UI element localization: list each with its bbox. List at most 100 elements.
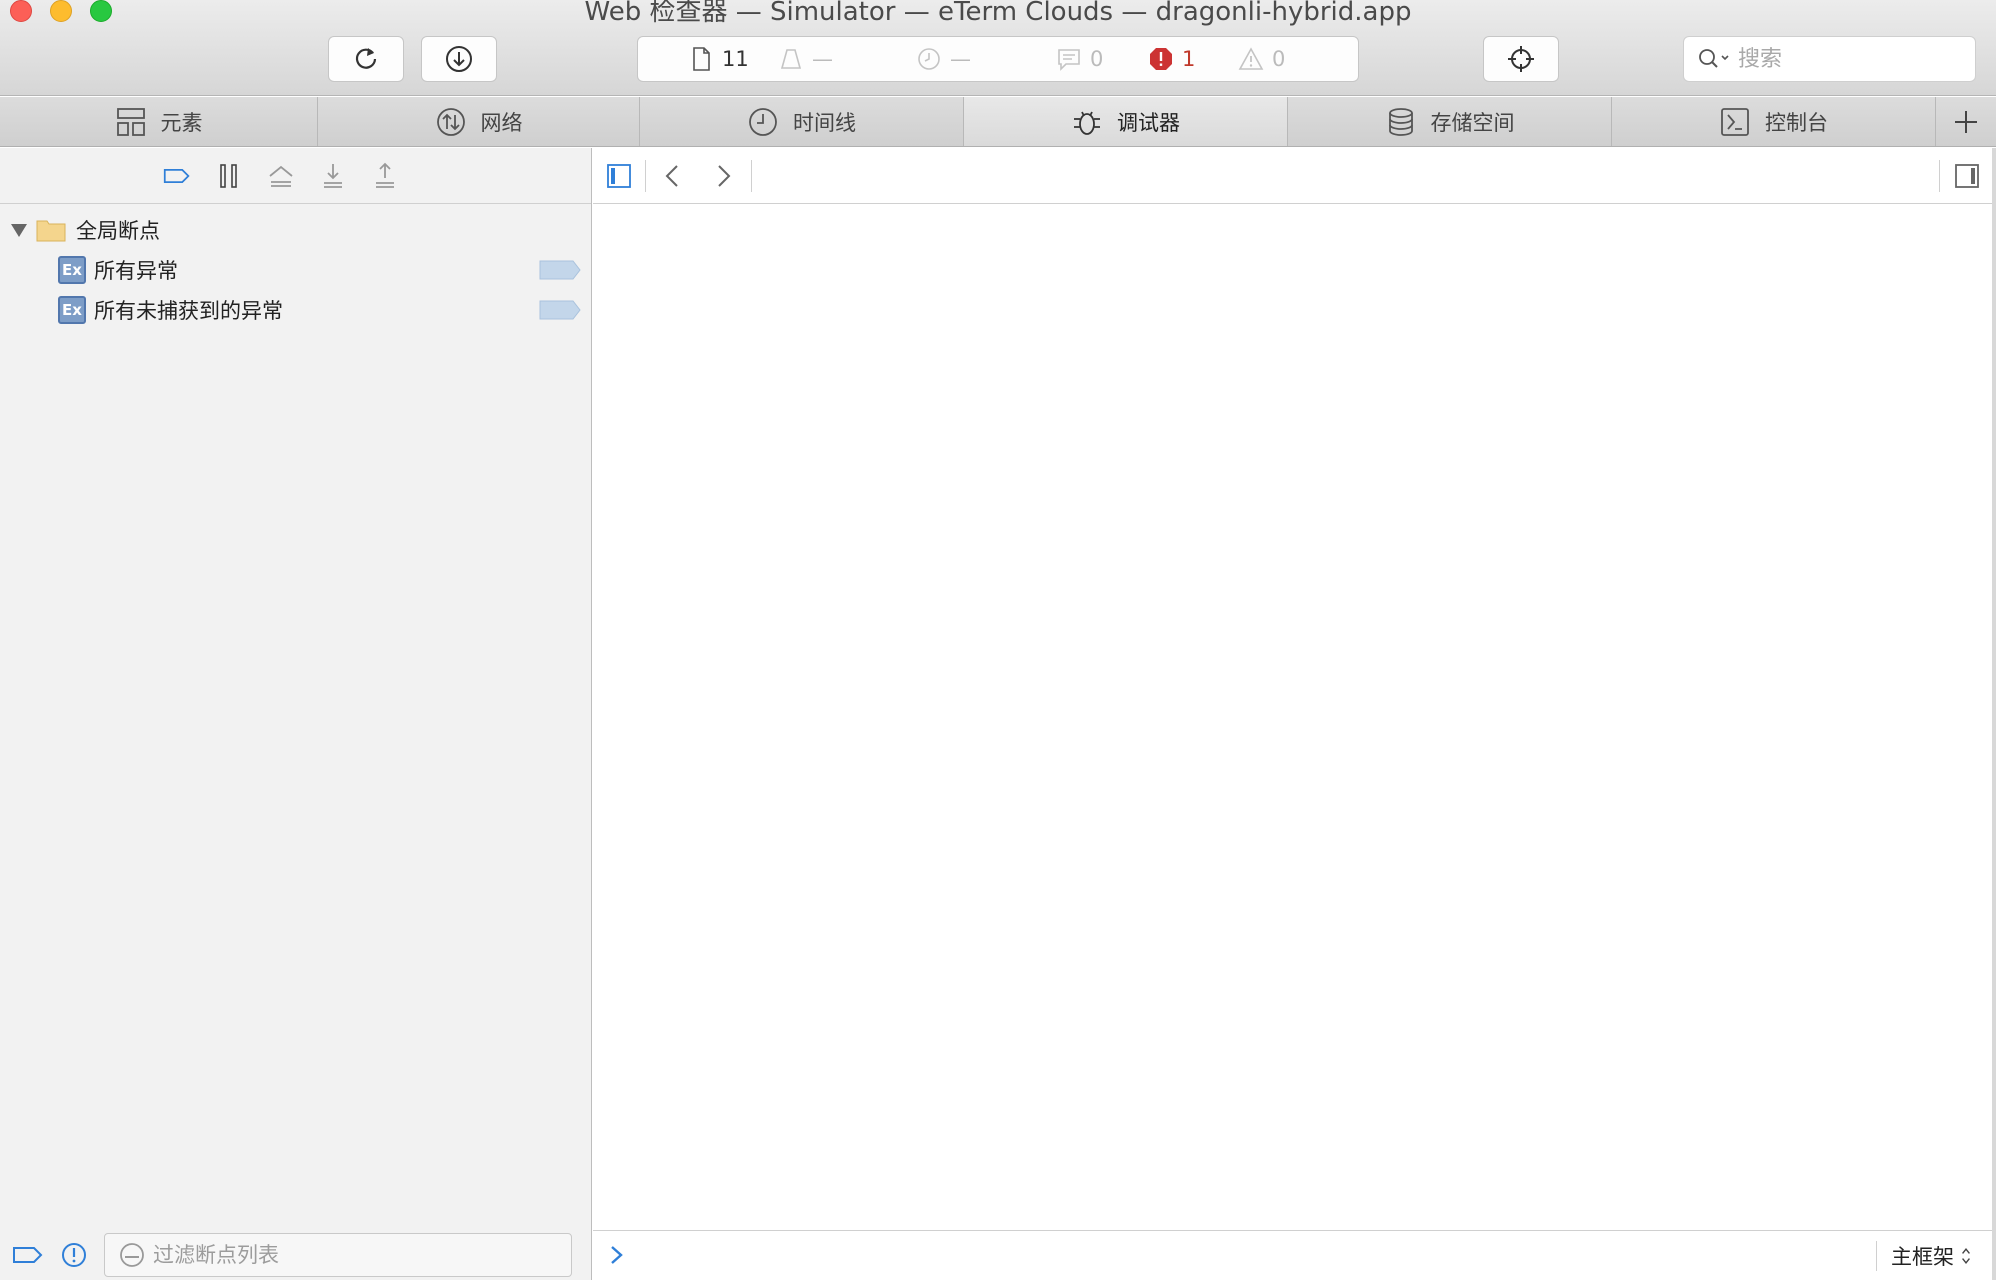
show-errors-filter-button[interactable] xyxy=(58,1239,90,1271)
exception-icon: Ex xyxy=(58,296,86,324)
reload-button[interactable] xyxy=(328,36,404,82)
toggle-details-sidebar-button[interactable] xyxy=(1953,162,1981,190)
navigation-sidebar: 全局断点 Ex 所有异常 Ex 所有未捕获到的异常 xyxy=(0,148,592,1280)
global-breakpoints-label: 全局断点 xyxy=(76,219,160,243)
tab-console-label: 控制台 xyxy=(1765,110,1828,135)
breakpoints-tree: 全局断点 Ex 所有异常 Ex 所有未捕获到的异常 xyxy=(0,204,591,330)
breakpoint-marker-icon[interactable] xyxy=(539,300,581,320)
step-over-icon xyxy=(268,165,293,187)
timeline-icon xyxy=(749,107,777,136)
document-icon xyxy=(693,47,710,71)
logs-count[interactable]: 0 xyxy=(1056,37,1103,81)
content-toolbar xyxy=(593,148,1996,204)
elements-icon xyxy=(116,107,145,136)
global-breakpoints-group[interactable]: 全局断点 xyxy=(0,210,591,250)
execution-context-selector[interactable]: 主框架 xyxy=(1876,1241,1972,1271)
tab-storage[interactable]: 存储空间 xyxy=(1288,97,1612,146)
download-icon xyxy=(446,46,472,72)
window-edge xyxy=(1992,148,1996,1280)
breakpoint-filter-input[interactable] xyxy=(153,1243,553,1267)
issue-icon xyxy=(62,1243,86,1267)
console-prompt-icon xyxy=(611,1246,623,1264)
debugger-icon xyxy=(1074,111,1100,135)
search-input[interactable] xyxy=(1738,46,1958,72)
right-sidebar-icon xyxy=(1955,164,1979,188)
breakpoint-icon xyxy=(13,1247,43,1263)
logs-count-value: 0 xyxy=(1090,47,1104,71)
filter-icon xyxy=(120,1243,144,1267)
breakpoint-item-label: 所有未捕获到的异常 xyxy=(94,299,283,323)
folder-icon xyxy=(36,220,66,242)
inspect-element-button[interactable] xyxy=(1483,36,1559,82)
breakpoint-icon xyxy=(163,168,190,183)
forward-button[interactable] xyxy=(709,162,737,190)
breakpoint-item[interactable]: Ex 所有异常 xyxy=(0,250,591,290)
storage-icon xyxy=(1388,107,1413,136)
chevron-right-icon xyxy=(718,165,731,187)
window-toolbar: Web 检查器 — Simulator — eTerm Clouds — dra… xyxy=(0,0,1996,96)
step-into-button[interactable] xyxy=(319,162,347,190)
toggle-navigation-sidebar-button[interactable] xyxy=(605,162,633,190)
add-tab-button[interactable] xyxy=(1936,97,1996,146)
left-sidebar-icon xyxy=(607,164,631,188)
pause-icon xyxy=(219,163,237,188)
step-out-button[interactable] xyxy=(371,162,399,190)
search-icon xyxy=(1699,49,1729,68)
tab-debugger-label: 调试器 xyxy=(1117,110,1180,135)
tab-network-label: 网络 xyxy=(480,110,523,135)
crosshair-icon xyxy=(1508,46,1534,72)
message-icon xyxy=(1058,49,1080,71)
errors-count-value: 1 xyxy=(1182,47,1196,71)
step-out-icon xyxy=(375,162,394,188)
error-icon xyxy=(1150,48,1172,70)
tab-timeline-label: 时间线 xyxy=(793,110,856,135)
chevron-up-down-icon xyxy=(1962,1248,1970,1264)
add-breakpoint-button[interactable] xyxy=(12,1239,44,1271)
sidebar-toolbar xyxy=(0,148,591,204)
content-area: 主框架 xyxy=(593,148,1996,1280)
tab-timeline[interactable]: 时间线 xyxy=(640,97,964,146)
tab-elements[interactable]: 元素 xyxy=(0,97,318,146)
resources-size[interactable]: — xyxy=(778,37,833,81)
tab-console[interactable]: 控制台 xyxy=(1612,97,1936,146)
load-time[interactable]: — xyxy=(916,37,971,81)
window-title: Web 检查器 — Simulator — eTerm Clouds — dra… xyxy=(584,0,1412,27)
resources-count-value: 11 xyxy=(722,47,749,71)
resources-size-value: — xyxy=(812,47,833,71)
tab-debugger[interactable]: 调试器 xyxy=(964,97,1288,146)
tab-storage-label: 存储空间 xyxy=(1430,110,1515,135)
tab-network[interactable]: 网络 xyxy=(318,97,640,146)
exception-icon: Ex xyxy=(58,256,86,284)
step-into-icon xyxy=(323,163,342,188)
activity-viewer: 11 — — 0 1 0 xyxy=(637,36,1359,82)
warnings-count-value: 0 xyxy=(1272,47,1286,71)
step-over-button[interactable] xyxy=(267,162,295,190)
quick-console[interactable]: 主框架 xyxy=(593,1230,1996,1280)
chevron-left-icon xyxy=(665,165,678,187)
network-icon xyxy=(436,107,465,136)
plus-icon xyxy=(1955,110,1977,133)
warning-icon xyxy=(1238,47,1264,70)
breakpoint-item-label: 所有异常 xyxy=(94,259,178,283)
disclosure-triangle-icon[interactable] xyxy=(10,221,28,239)
tab-elements-label: 元素 xyxy=(160,110,203,135)
sidebar-footer xyxy=(0,1230,592,1280)
clock-icon xyxy=(918,48,940,70)
execution-context-label: 主框架 xyxy=(1891,1245,1954,1269)
download-archive-button[interactable] xyxy=(421,36,497,82)
breakpoint-marker-icon[interactable] xyxy=(539,260,581,280)
warnings-count[interactable]: 0 xyxy=(1238,37,1285,81)
search-field[interactable] xyxy=(1683,36,1976,82)
weight-icon xyxy=(780,49,802,69)
tab-bar: 元素 网络 时间线 调试器 存储空间 控制台 xyxy=(0,97,1996,147)
resources-count[interactable]: 11 xyxy=(688,37,749,81)
pause-button[interactable] xyxy=(215,162,243,190)
breakpoint-item[interactable]: Ex 所有未捕获到的异常 xyxy=(0,290,591,330)
toggle-breakpoints-button[interactable] xyxy=(163,162,191,190)
reload-icon xyxy=(355,48,377,69)
console-icon xyxy=(1721,107,1749,136)
load-time-value: — xyxy=(950,47,971,71)
breakpoint-filter-field[interactable] xyxy=(104,1233,572,1277)
back-button[interactable] xyxy=(659,162,687,190)
errors-count[interactable]: 1 xyxy=(1148,37,1195,81)
